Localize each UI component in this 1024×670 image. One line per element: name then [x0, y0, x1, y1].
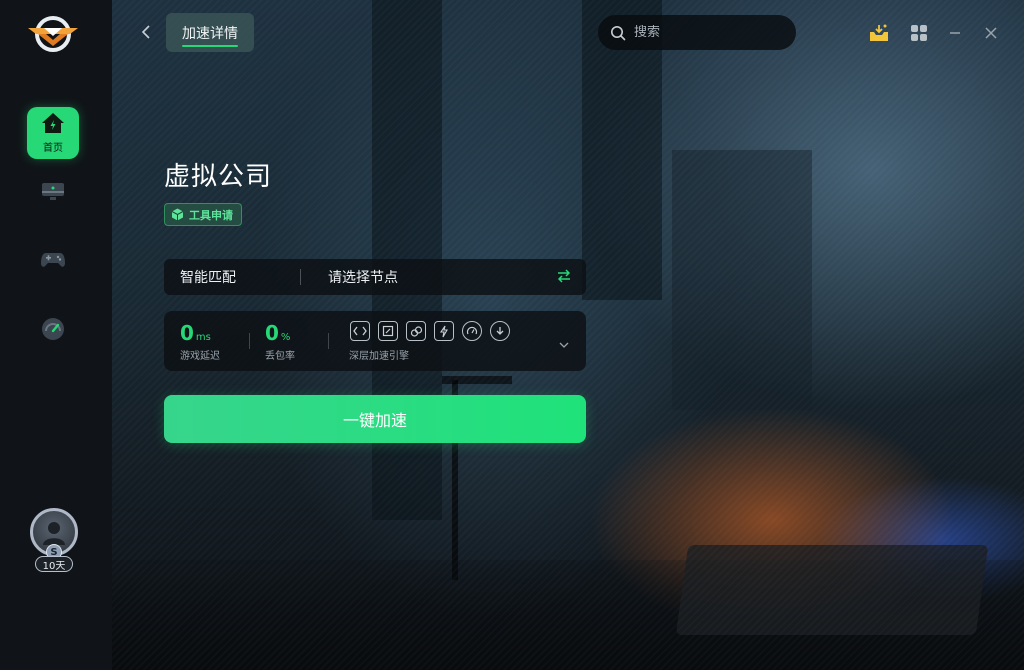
tab-accelerate-details[interactable]: 加速详情: [166, 13, 254, 52]
expand-button[interactable]: [558, 335, 570, 354]
apps-button[interactable]: [908, 22, 930, 44]
divider: [328, 333, 329, 349]
packet-loss-value: 0: [265, 321, 279, 345]
lightning-icon[interactable]: [434, 321, 454, 341]
app-logo[interactable]: [26, 12, 80, 56]
node-selector: 智能匹配 请选择节点: [164, 259, 586, 295]
chevron-left-icon: [141, 25, 150, 39]
close-icon: [985, 27, 997, 39]
minimize-button[interactable]: [944, 22, 966, 44]
gauge-icon[interactable]: [462, 321, 482, 341]
code-icon[interactable]: [350, 321, 370, 341]
user-avatar[interactable]: S 10天: [27, 506, 81, 576]
window-icon[interactable]: [378, 321, 398, 341]
membership-days: 10天: [35, 556, 73, 572]
search-bar[interactable]: [598, 15, 796, 50]
close-button[interactable]: [980, 22, 1002, 44]
latency-stat: 0 ms 游戏延迟: [180, 321, 220, 362]
chevron-down-icon: [559, 342, 569, 348]
latency-unit: ms: [195, 332, 211, 343]
monitor-icon: [41, 182, 65, 206]
engine-label: 深层加速引擎: [349, 351, 409, 362]
tool-request-tag[interactable]: 工具申请: [164, 203, 242, 226]
search-icon: [611, 25, 626, 40]
gift-inbox-button[interactable]: [868, 22, 890, 44]
user-icon: [43, 522, 65, 545]
packet-loss-unit: %: [280, 332, 291, 343]
back-button[interactable]: [138, 22, 156, 42]
home-icon: [41, 112, 65, 138]
download-icon[interactable]: [490, 321, 510, 341]
grid-icon: [911, 25, 927, 41]
tool-request-label: 工具申请: [189, 208, 233, 222]
divider: [249, 333, 250, 349]
engine-features: [350, 321, 510, 341]
inbox-icon: [870, 24, 888, 41]
minimize-icon: [950, 32, 960, 34]
gamepad-icon: [40, 251, 66, 273]
sidebar-item-games[interactable]: [27, 236, 79, 288]
packet-loss-stat: 0% 丢包率: [265, 321, 295, 362]
game-title: 虚拟公司: [164, 162, 273, 192]
swap-icon: [557, 269, 571, 283]
stats-panel: 0 ms 游戏延迟 0% 丢包率 深层加速引擎: [164, 311, 586, 371]
sidebar-item-monitor[interactable]: [27, 168, 79, 220]
speedometer-icon: [41, 317, 65, 345]
packet-loss-label: 丢包率: [265, 351, 295, 362]
latency-label: 游戏延迟: [180, 351, 220, 362]
sidebar-item-label: 首页: [43, 143, 63, 154]
one-click-boost-button[interactable]: 一键加速: [164, 395, 586, 443]
sidebar-item-speed[interactable]: [27, 305, 79, 357]
cube-icon: [171, 208, 184, 221]
sidebar-item-home[interactable]: 首页: [27, 107, 79, 159]
search-input[interactable]: [634, 25, 784, 40]
node-select[interactable]: 请选择节点: [328, 267, 398, 287]
sidebar: 首页 S 10天: [0, 0, 112, 670]
divider: [300, 269, 301, 285]
link-icon[interactable]: [406, 321, 426, 341]
match-mode-dropdown[interactable]: 智能匹配: [180, 267, 236, 287]
latency-value: 0: [180, 321, 194, 345]
swap-button[interactable]: [556, 268, 572, 288]
